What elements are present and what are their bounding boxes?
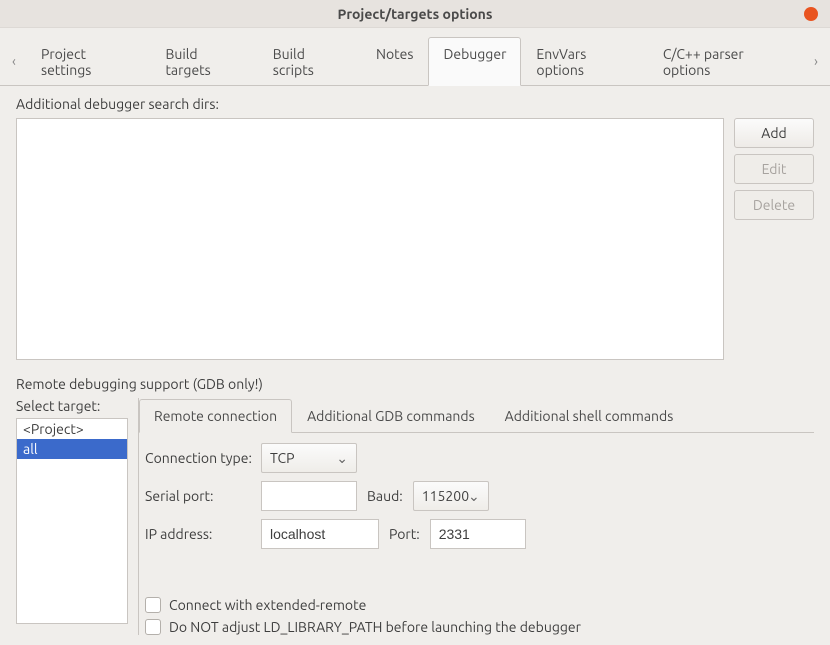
inner-tab-gdb-commands[interactable]: Additional GDB commands — [292, 399, 490, 433]
close-icon[interactable] — [804, 7, 818, 21]
chevron-down-icon: ⌄ — [468, 488, 480, 505]
ip-address-input[interactable] — [261, 519, 379, 549]
target-item-project[interactable]: <Project> — [17, 419, 127, 439]
target-item-all[interactable]: all — [17, 439, 127, 459]
inner-tab-shell-commands[interactable]: Additional shell commands — [490, 399, 689, 433]
tab-build-targets[interactable]: Build targets — [150, 37, 257, 86]
target-list[interactable]: <Project> all — [16, 418, 128, 624]
extended-remote-label: Connect with extended-remote — [169, 597, 366, 613]
tab-envvars[interactable]: EnvVars options — [521, 37, 647, 86]
tab-notes[interactable]: Notes — [361, 37, 428, 86]
delete-button: Delete — [734, 190, 814, 220]
searchdirs-list[interactable] — [16, 118, 724, 360]
remote-inner-tabbar: Remote connection Additional GDB command… — [139, 398, 814, 433]
tab-build-scripts[interactable]: Build scripts — [258, 37, 361, 86]
connection-type-label: Connection type: — [145, 450, 261, 466]
chevron-down-icon: ⌄ — [336, 450, 348, 467]
tab-debugger[interactable]: Debugger — [428, 37, 521, 86]
select-target-label: Select target: — [16, 398, 128, 414]
main-tabbar: ‹ Project settings Build targets Build s… — [0, 28, 830, 86]
searchdirs-label: Additional debugger search dirs: — [16, 96, 814, 112]
extended-remote-checkbox[interactable] — [145, 597, 161, 613]
ip-address-label: IP address: — [145, 526, 261, 542]
serial-port-input[interactable] — [261, 481, 357, 511]
edit-button: Edit — [734, 154, 814, 184]
baud-label: Baud: — [357, 488, 413, 504]
ldlibrarypath-checkbox[interactable] — [145, 619, 161, 635]
baud-select[interactable]: 115200 ⌄ — [413, 481, 489, 511]
tabbar-scroll-left-icon[interactable]: ‹ — [6, 53, 22, 69]
window-title: Project/targets options — [338, 6, 493, 22]
ldlibrarypath-label: Do NOT adjust LD_LIBRARY_PATH before lau… — [169, 619, 581, 635]
remote-label: Remote debugging support (GDB only!) — [16, 376, 814, 392]
titlebar: Project/targets options — [0, 0, 830, 28]
inner-tab-remote-connection[interactable]: Remote connection — [139, 399, 292, 433]
tab-cpp-parser[interactable]: C/C++ parser options — [648, 37, 804, 86]
add-button[interactable]: Add — [734, 118, 814, 148]
tabbar-scroll-right-icon[interactable]: › — [808, 53, 824, 69]
serial-port-label: Serial port: — [145, 488, 261, 504]
port-input[interactable] — [430, 519, 526, 549]
tab-project-settings[interactable]: Project settings — [26, 37, 150, 86]
port-label: Port: — [379, 526, 430, 542]
connection-type-select[interactable]: TCP ⌄ — [261, 443, 357, 473]
debugger-panel: Additional debugger search dirs: Add Edi… — [0, 86, 830, 645]
